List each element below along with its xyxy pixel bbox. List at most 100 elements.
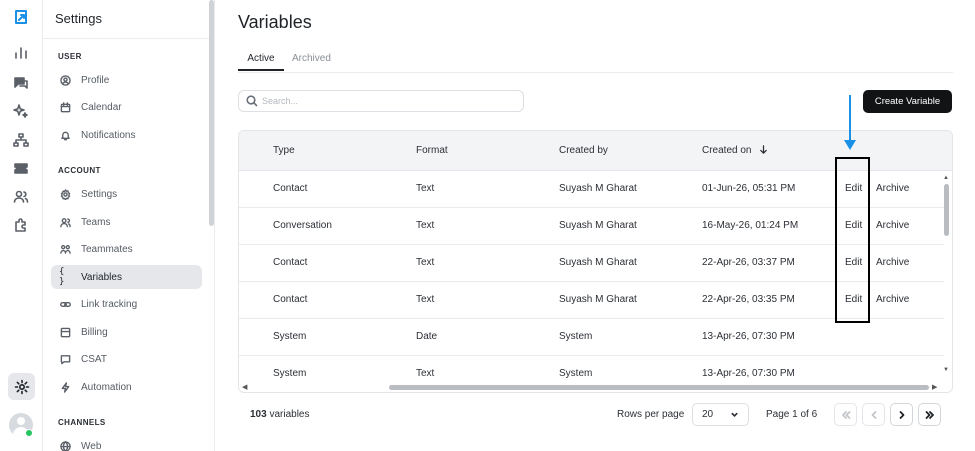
column-header-created-by[interactable]: Created by: [559, 145, 608, 156]
cell-type: Contact: [273, 294, 308, 305]
cell-format: Date: [416, 331, 438, 342]
cell-format: Text: [416, 220, 435, 231]
rows-per-page-value: 20: [702, 409, 714, 420]
sidebar-item-label: Web: [81, 440, 102, 451]
sidebar-item-web[interactable]: Web: [51, 434, 202, 451]
cell-created-on: 22-Apr-26, 03:37 PM: [702, 257, 795, 268]
braces-icon: { }: [59, 267, 65, 287]
column-header-format[interactable]: Format: [416, 145, 448, 156]
search-box[interactable]: [238, 90, 524, 112]
cell-format: Text: [416, 183, 435, 194]
page-title: Variables: [238, 12, 312, 32]
cell-format: Text: [416, 368, 435, 379]
gear-icon: [59, 188, 71, 200]
globe-icon: [59, 440, 71, 451]
settings-nav-icon[interactable]: [8, 373, 35, 400]
chat-icon[interactable]: [11, 73, 31, 93]
annotation-highlight-box: [835, 157, 870, 323]
cell-created-by: Suyash M Gharat: [559, 257, 637, 268]
count-number: 103: [250, 409, 267, 420]
cell-created-by: Suyash M Gharat: [559, 183, 637, 194]
tab-active[interactable]: Active: [238, 53, 284, 71]
previous-page-button[interactable]: [862, 403, 885, 426]
sidebar-item-csat[interactable]: CSAT: [51, 347, 202, 371]
sidebar-item-profile[interactable]: Profile: [51, 68, 202, 92]
sidebar-item-billing[interactable]: Billing: [51, 320, 202, 344]
section-account: ACCOUNT: [58, 166, 101, 175]
workflow-icon[interactable]: [11, 130, 31, 150]
presence-status-indicator: [25, 429, 33, 437]
sidebar-item-label: Notifications: [81, 129, 136, 141]
first-page-button[interactable]: [834, 403, 857, 426]
icon-rail: [0, 0, 43, 451]
sidebar-scrollbar[interactable]: [209, 0, 214, 226]
scroll-left-icon[interactable]: ◀: [242, 383, 247, 391]
page-info: Page 1 of 6: [766, 409, 818, 420]
sidebar-item-notifications[interactable]: Notifications: [51, 123, 202, 147]
sidebar-item-label: Teammates: [81, 243, 133, 255]
column-header-created-on[interactable]: Created on: [702, 145, 768, 156]
sidebar-item-automation[interactable]: Automation: [51, 375, 202, 399]
sidebar-item-link-tracking[interactable]: Link tracking: [51, 292, 202, 316]
tab-archived[interactable]: Archived: [292, 53, 331, 71]
cell-format: Text: [416, 294, 435, 305]
cell-type: Conversation: [273, 220, 332, 231]
analytics-icon[interactable]: [11, 43, 31, 63]
cell-created-on: 13-Apr-26, 07:30 PM: [702, 368, 795, 379]
archive-button[interactable]: Archive: [876, 220, 909, 231]
archive-button[interactable]: Archive: [876, 294, 909, 305]
link-icon: [59, 298, 71, 310]
sparkle-icon[interactable]: [11, 101, 31, 121]
chevron-right-icon: [899, 410, 904, 419]
archive-button[interactable]: Archive: [876, 183, 909, 194]
sidebar-title: Settings: [55, 11, 102, 26]
app-logo-icon[interactable]: [11, 7, 31, 27]
cell-type: System: [273, 368, 307, 379]
next-page-button[interactable]: [890, 403, 913, 426]
chevron-down-icon: [731, 412, 738, 417]
create-variable-button[interactable]: Create Variable: [863, 90, 952, 113]
ticket-icon[interactable]: [11, 158, 31, 178]
sidebar-item-label: Automation: [81, 381, 132, 393]
user-circle-icon: [59, 74, 71, 86]
tabs-divider: [238, 72, 953, 73]
sidebar-item-variables[interactable]: { } Variables: [51, 265, 202, 289]
search-input[interactable]: [262, 96, 502, 106]
chevrons-left-icon: [841, 410, 850, 419]
table-row: System Date System 13-Apr-26, 07:30 PM: [239, 319, 944, 356]
annotation-arrow-icon: [844, 140, 856, 150]
archive-button[interactable]: Archive: [876, 257, 909, 268]
contacts-icon[interactable]: [11, 187, 31, 207]
sidebar-item-calendar[interactable]: Calendar: [51, 95, 202, 119]
calendar-icon: [59, 101, 71, 113]
section-user: USER: [58, 52, 82, 61]
sidebar-item-label: Teams: [81, 216, 111, 228]
column-header-type[interactable]: Type: [273, 145, 295, 156]
horizontal-scrollbar[interactable]: [389, 385, 929, 390]
sidebar-item-teams[interactable]: Teams: [51, 210, 202, 234]
sidebar-item-teammates[interactable]: Teammates: [51, 237, 202, 261]
bolt-icon: [59, 381, 71, 393]
rows-per-page-select[interactable]: 20: [692, 403, 749, 426]
sort-descending-icon[interactable]: [759, 145, 768, 154]
settings-sidebar: Settings USER Profile Calendar Notificat…: [43, 0, 215, 451]
last-page-button[interactable]: [918, 403, 941, 426]
sidebar-item-label: CSAT: [81, 353, 107, 365]
cell-type: Contact: [273, 183, 308, 194]
column-header-label: Created on: [702, 145, 752, 156]
sidebar-divider: [43, 38, 214, 39]
integrations-icon[interactable]: [11, 215, 31, 235]
scroll-right-icon[interactable]: ▶: [932, 383, 937, 391]
sidebar-item-label: Variables: [81, 271, 122, 283]
sidebar-item-settings[interactable]: Settings: [51, 182, 202, 206]
scroll-down-icon[interactable]: ▼: [943, 367, 949, 373]
cell-created-on: 01-Jun-26, 05:31 PM: [702, 183, 796, 194]
vertical-scrollbar[interactable]: [944, 184, 949, 236]
scroll-up-icon[interactable]: ▲: [943, 175, 949, 181]
sidebar-item-label: Calendar: [81, 101, 122, 113]
chevrons-right-icon: [925, 410, 934, 419]
search-icon: [246, 95, 258, 107]
sidebar-item-label: Billing: [81, 326, 108, 338]
cell-created-on: 16-May-26, 01:24 PM: [702, 220, 799, 231]
sidebar-item-label: Link tracking: [81, 298, 138, 310]
